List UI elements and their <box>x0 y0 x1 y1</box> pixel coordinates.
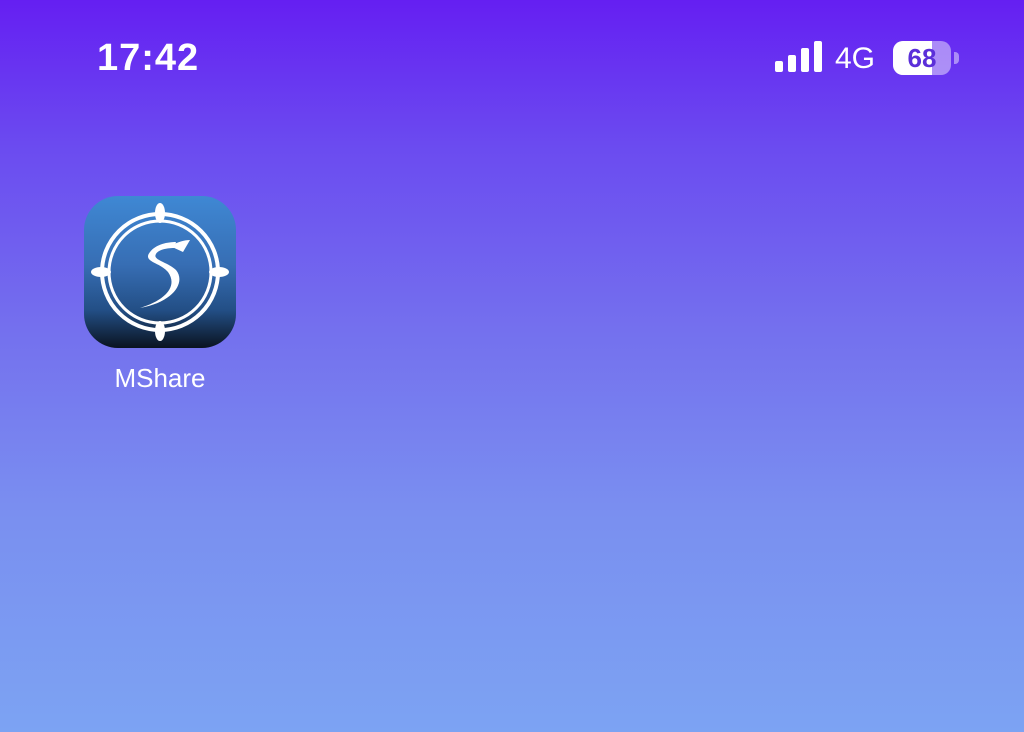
app-label: MShare <box>114 363 206 393</box>
status-bar: 17:42 4G 68 <box>0 0 1024 110</box>
battery-level-label: 68 <box>907 43 937 73</box>
mshare-app-icon[interactable] <box>84 196 236 348</box>
status-time: 17:42 <box>97 37 200 79</box>
compass-logo-icon <box>91 203 229 341</box>
battery-cap <box>954 52 959 64</box>
battery-icon: 68 <box>893 41 961 75</box>
network-type-label: 4G <box>835 42 876 75</box>
battery-body: 68 <box>893 41 951 75</box>
cellular-signal-icon <box>775 41 822 72</box>
